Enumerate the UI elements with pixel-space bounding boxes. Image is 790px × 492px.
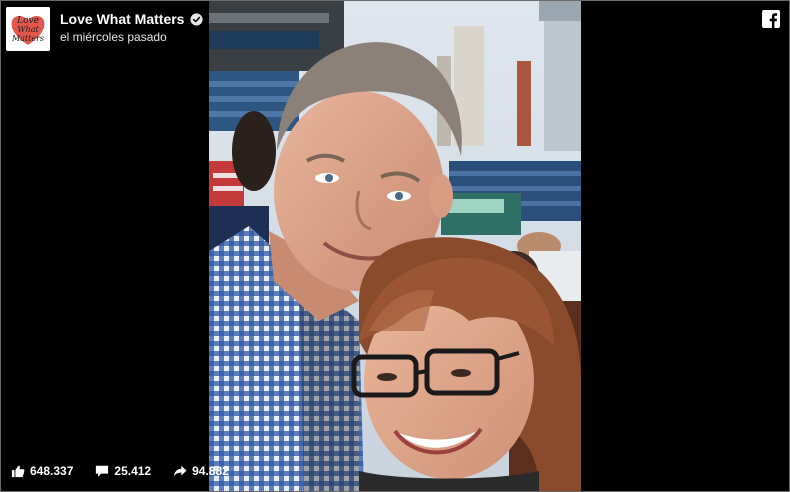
shares-stat[interactable]: 94.882 xyxy=(173,464,229,478)
comments-count: 25.412 xyxy=(114,464,152,478)
likes-count: 648.337 xyxy=(30,464,74,478)
svg-text:Matters: Matters xyxy=(11,34,44,43)
post-timestamp[interactable]: el miércoles pasado xyxy=(60,30,167,44)
thumbs-up-icon xyxy=(11,465,25,478)
facebook-icon[interactable] xyxy=(762,10,780,28)
video-player: Love What Matters Love What Matters el m… xyxy=(0,0,790,492)
comment-icon xyxy=(96,465,109,477)
page-avatar[interactable]: Love What Matters xyxy=(6,7,50,51)
comments-stat[interactable]: 25.412 xyxy=(95,464,151,478)
page-name[interactable]: Love What Matters xyxy=(60,11,184,27)
share-icon xyxy=(173,465,187,477)
shares-count: 94.882 xyxy=(192,464,229,478)
video-frame[interactable] xyxy=(209,1,581,491)
video-thumbnail xyxy=(209,1,581,491)
svg-text:What: What xyxy=(17,25,39,34)
love-what-matters-logo: Love What Matters xyxy=(6,7,50,51)
stats-bar: 648.337 25.412 94.882 xyxy=(11,464,251,478)
likes-stat[interactable]: 648.337 xyxy=(11,464,73,478)
verified-badge-icon xyxy=(190,12,204,26)
page-name-row: Love What Matters xyxy=(60,11,204,27)
